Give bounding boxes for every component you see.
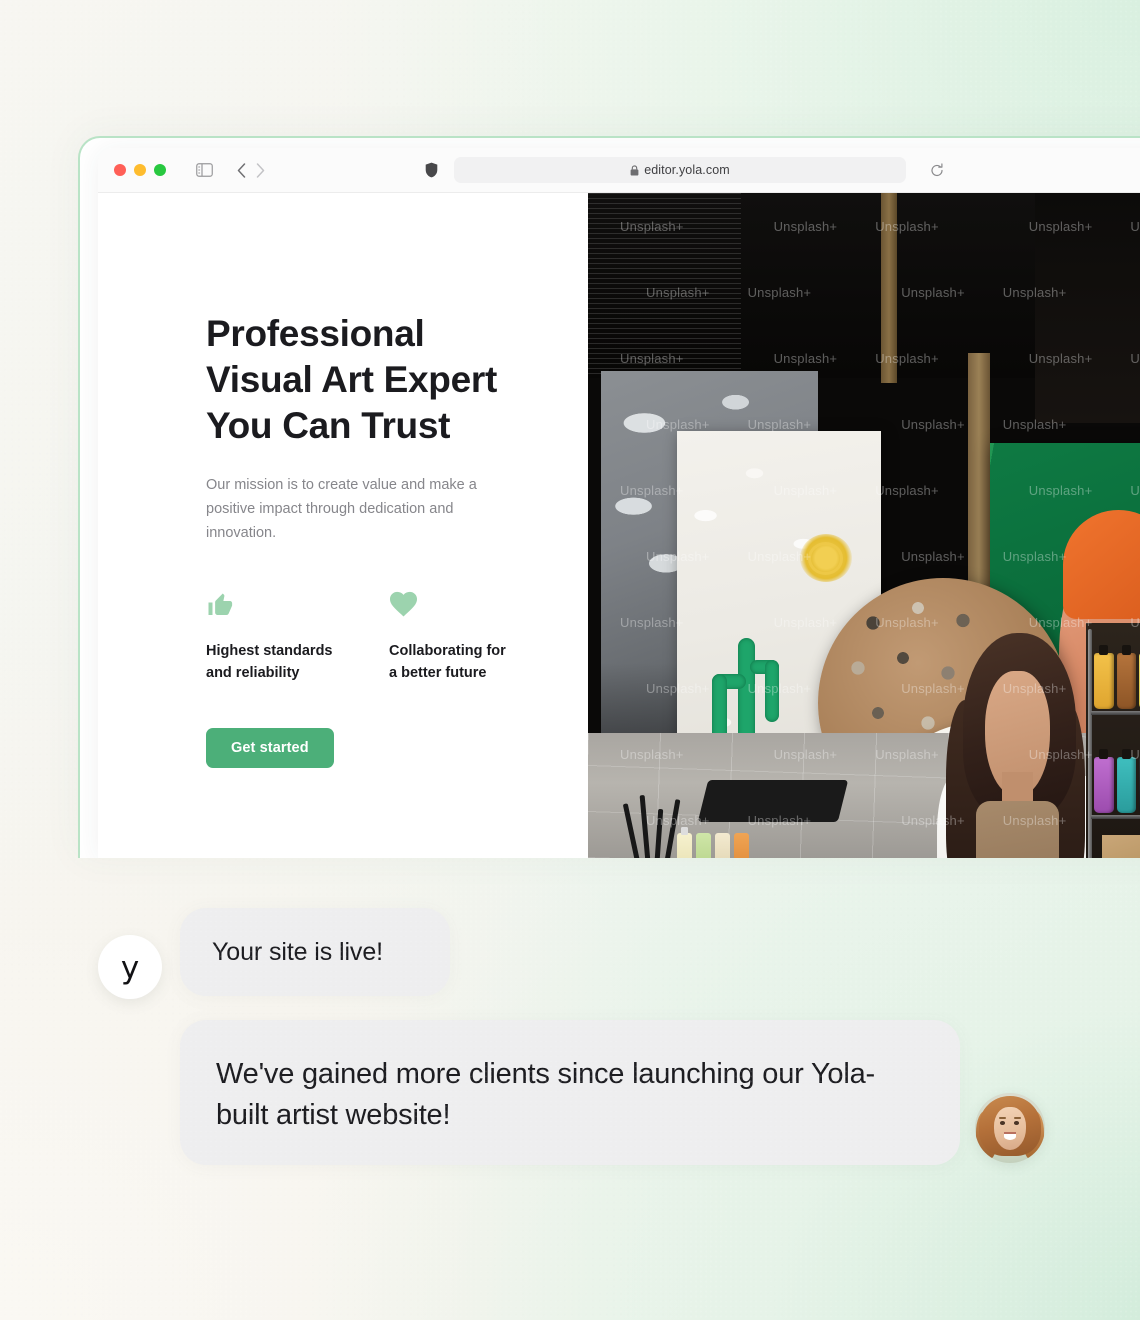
feature-label: Collaborating for a better future <box>389 642 506 681</box>
close-window-button[interactable] <box>114 164 126 176</box>
yola-logo-letter: y <box>120 949 140 986</box>
forward-arrow-icon[interactable] <box>256 162 265 178</box>
navigation-buttons <box>237 162 265 178</box>
artist-studio-photo <box>588 193 1140 858</box>
page-title: Professional Visual Art Expert You Can T… <box>206 313 498 446</box>
heart-icon <box>389 590 534 622</box>
get-started-button[interactable]: Get started <box>206 727 334 768</box>
browser-window-inner: editor.yola.com Professional Visual Art … <box>98 148 1140 858</box>
hero-subtext: Our mission is to create value and make … <box>206 476 477 542</box>
lock-icon <box>630 164 639 176</box>
feature-label: Highest standards and reliability <box>206 642 333 681</box>
chat-bubble-testimonial: We've gained more clients since launchin… <box>180 1020 960 1165</box>
privacy-shield-icon[interactable] <box>425 162 438 178</box>
thumbs-up-icon <box>206 590 351 622</box>
feature-list: Highest standards and reliability Collab… <box>206 590 588 684</box>
sidebar-toggle-icon[interactable] <box>196 163 213 177</box>
back-arrow-icon[interactable] <box>237 162 246 178</box>
browser-window: editor.yola.com Professional Visual Art … <box>78 136 1140 858</box>
window-traffic-lights <box>114 164 166 176</box>
address-bar[interactable]: editor.yola.com <box>454 157 943 183</box>
url-text: editor.yola.com <box>644 163 730 177</box>
yola-brand-avatar: y <box>98 935 162 999</box>
website-preview: Professional Visual Art Expert You Can T… <box>98 193 1140 858</box>
browser-toolbar: editor.yola.com <box>98 148 1140 193</box>
feature-item: Highest standards and reliability <box>206 590 351 684</box>
minimize-window-button[interactable] <box>134 164 146 176</box>
user-avatar <box>975 1093 1045 1163</box>
hero-image: Unsplash+ Unsplash+ Unsplash+ Unsplash+ … <box>588 193 1140 858</box>
chat-bubble-site-live: Your site is live! <box>180 908 450 996</box>
feature-item: Collaborating for a better future <box>389 590 534 684</box>
maximize-window-button[interactable] <box>154 164 166 176</box>
reload-icon[interactable] <box>930 162 944 178</box>
hero-text-column: Professional Visual Art Expert You Can T… <box>98 193 588 858</box>
